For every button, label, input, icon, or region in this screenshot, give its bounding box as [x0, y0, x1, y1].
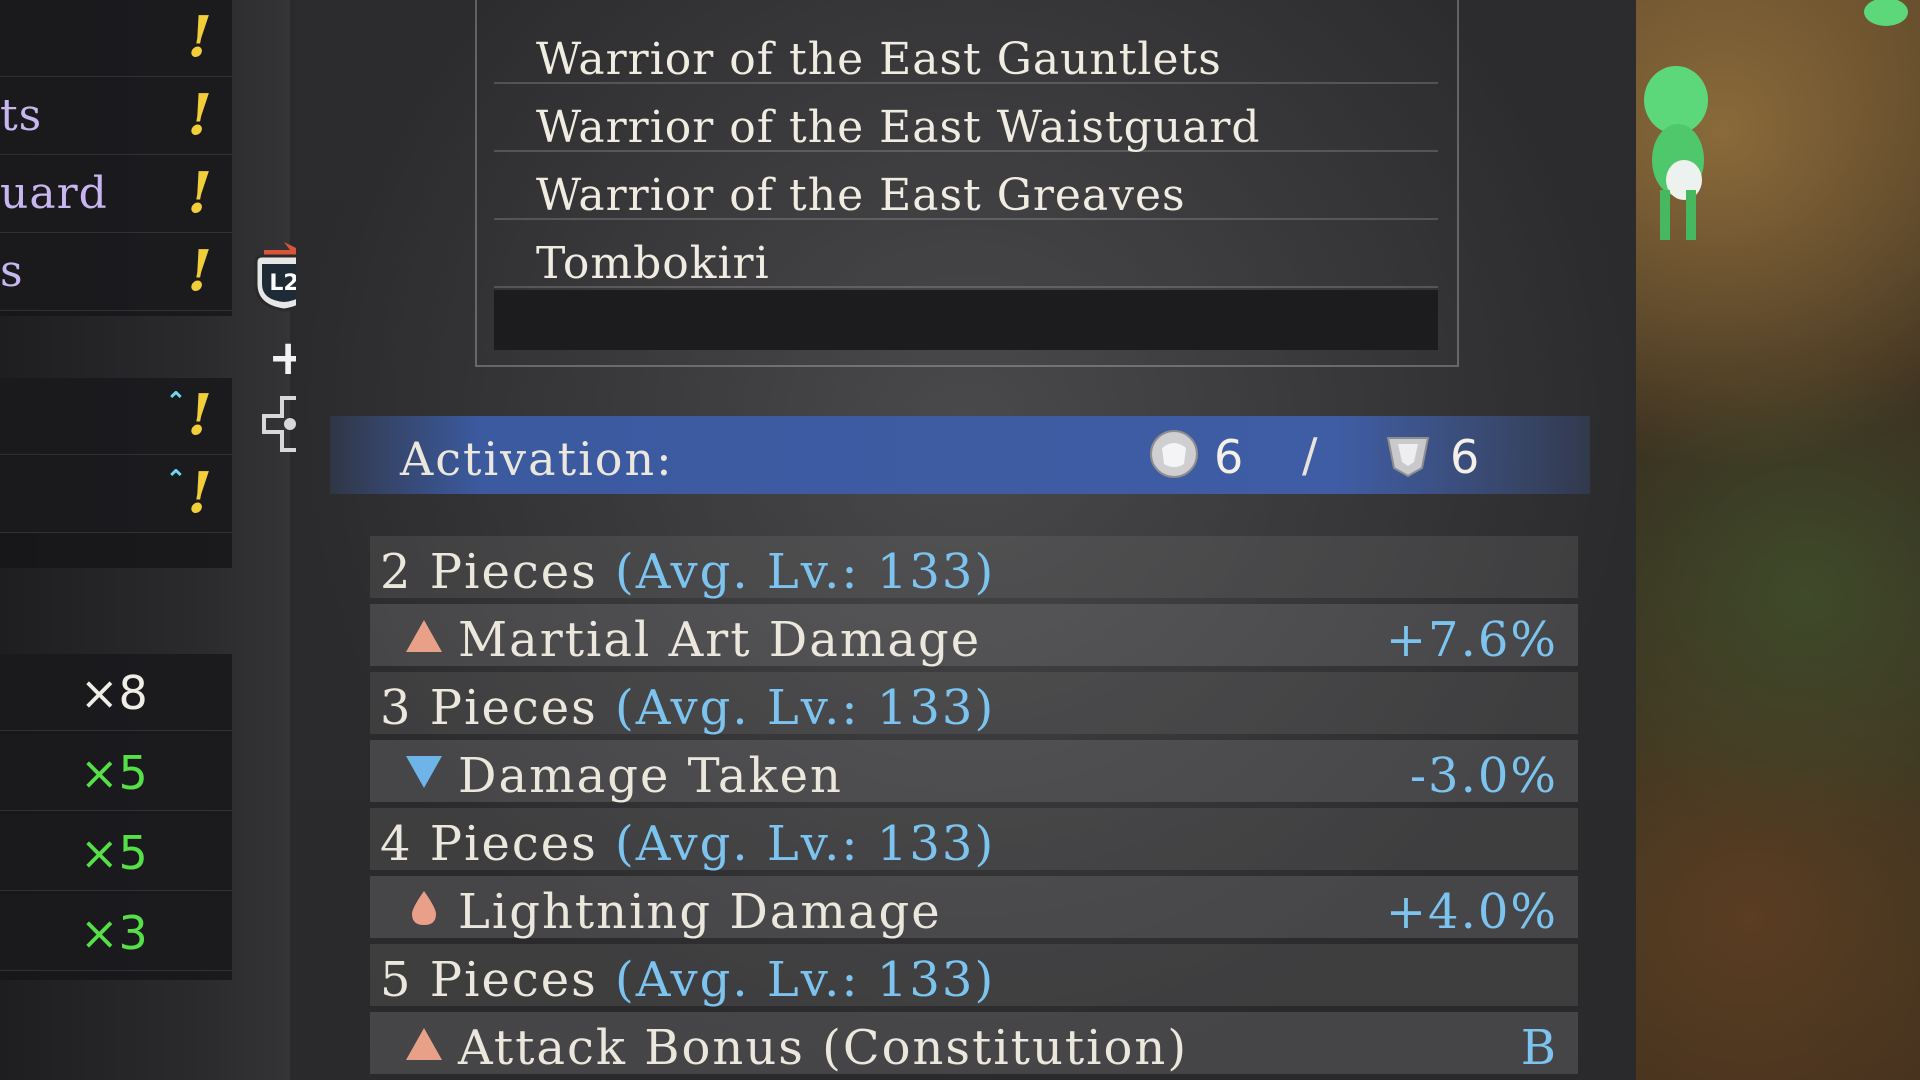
set-item-row[interactable]: Tombokiri: [494, 220, 1438, 289]
list-item[interactable]: ×5: [0, 734, 232, 811]
kodama-figure-icon: [1864, 0, 1908, 26]
item-count: ×3: [80, 906, 148, 960]
list-item[interactable]: ⌃ !: [0, 456, 232, 533]
effect-value: -3.0%: [1409, 748, 1558, 804]
set-item-row[interactable]: Warrior of the East Waistguard: [494, 84, 1438, 153]
kodama-figure-icon: [1644, 66, 1708, 240]
list-item[interactable]: ×5: [0, 814, 232, 891]
activation-bar: Activation: 6 / 6: [330, 416, 1590, 494]
bonus-tier-header: 2 Pieces (Avg. Lv.: 133): [370, 536, 1578, 600]
list-item[interactable]: ×8: [0, 654, 232, 731]
list-item[interactable]: ⌃ !: [0, 378, 232, 455]
set-item-name: Tombokiri: [536, 238, 770, 289]
effect-name: Damage Taken: [458, 748, 843, 804]
list-item-label: uard: [0, 168, 108, 219]
activation-current: 6: [1214, 430, 1244, 484]
bonus-effect-row[interactable]: Damage Taken -3.0%: [370, 740, 1578, 804]
effect-name: Attack Bonus (Constitution): [458, 1020, 1189, 1076]
bonus-tier-header: 4 Pieces (Avg. Lv.: 133): [370, 808, 1578, 872]
triangle-down-icon: [406, 756, 442, 788]
activation-total: 6: [1450, 430, 1480, 484]
item-count: ×8: [80, 666, 148, 720]
upgrade-arrow-icon: ⌃: [165, 386, 186, 415]
equipped-pieces-icon: [1150, 430, 1198, 478]
list-item[interactable]: ts !: [0, 78, 232, 155]
effect-value: +7.6%: [1385, 612, 1558, 668]
pieces-count: 4 Pieces: [380, 816, 598, 872]
bonus-effect-row[interactable]: Martial Art Damage +7.6%: [370, 604, 1578, 668]
effect-name: Martial Art Damage: [458, 612, 982, 668]
effect-value: B: [1520, 1020, 1558, 1076]
avg-level: (Avg. Lv.: 133): [615, 680, 996, 736]
list-item-label: s: [0, 246, 24, 297]
bonus-tier-header: 5 Pieces (Avg. Lv.: 133): [370, 944, 1578, 1008]
activation-separator: /: [1302, 428, 1318, 482]
list-item-label: ts: [0, 90, 43, 141]
pieces-count: 3 Pieces: [380, 680, 598, 736]
avg-level: (Avg. Lv.: 133): [615, 816, 996, 872]
upgrade-list-panel: ⌃ ! ⌃ !: [0, 378, 232, 568]
pieces-count: 5 Pieces: [380, 952, 598, 1008]
bonus-effect-row[interactable]: Lightning Damage +4.0%: [370, 876, 1578, 940]
upgrade-arrow-icon: ⌃: [165, 464, 186, 493]
bonus-tier-header: 3 Pieces (Avg. Lv.: 133): [370, 672, 1578, 736]
empty-item-slot[interactable]: [494, 290, 1438, 350]
equipment-list-panel: ! ts ! uard ! s !: [0, 0, 232, 316]
item-count: ×5: [80, 746, 148, 800]
list-item[interactable]: ×3: [0, 894, 232, 971]
drop-icon: [412, 891, 436, 925]
l2-label: L2: [269, 271, 298, 296]
set-item-row[interactable]: Warrior of the East Greaves: [494, 152, 1438, 221]
new-item-indicator-icon: !: [187, 4, 212, 70]
triangle-up-icon: [406, 1028, 442, 1060]
set-item-name: Warrior of the East Greaves: [536, 170, 1186, 221]
avg-level: (Avg. Lv.: 133): [615, 544, 996, 600]
avg-level: (Avg. Lv.: 133): [615, 952, 996, 1008]
new-item-indicator-icon: !: [187, 460, 212, 526]
game-scene-background: [1636, 0, 1920, 1080]
set-item-row[interactable]: Warrior of the East Gauntlets: [494, 16, 1438, 85]
new-item-indicator-icon: !: [187, 160, 212, 226]
inventory-list: ! ts ! uard ! s ! ⌃ ! ⌃ ! ×8 ×5 ×5 ×3: [0, 0, 290, 1080]
triangle-up-icon: [406, 620, 442, 652]
material-list-panel: ×8 ×5 ×5 ×3: [0, 654, 232, 980]
new-item-indicator-icon: !: [187, 238, 212, 304]
set-item-name: Warrior of the East Gauntlets: [536, 34, 1222, 85]
pieces-count: 2 Pieces: [380, 544, 598, 600]
list-item[interactable]: uard !: [0, 156, 232, 233]
list-item[interactable]: s !: [0, 234, 232, 311]
bonus-effect-row[interactable]: Attack Bonus (Constitution) B: [370, 1012, 1578, 1076]
list-item[interactable]: !: [0, 0, 232, 77]
new-item-indicator-icon: !: [187, 82, 212, 148]
set-total-icon: [1386, 437, 1430, 478]
set-item-name: Warrior of the East Waistguard: [536, 102, 1261, 153]
effect-name: Lightning Damage: [458, 884, 942, 940]
new-item-indicator-icon: !: [187, 382, 212, 448]
effect-value: +4.0%: [1385, 884, 1558, 940]
item-count: ×5: [80, 826, 148, 880]
activation-label: Activation:: [400, 432, 674, 486]
